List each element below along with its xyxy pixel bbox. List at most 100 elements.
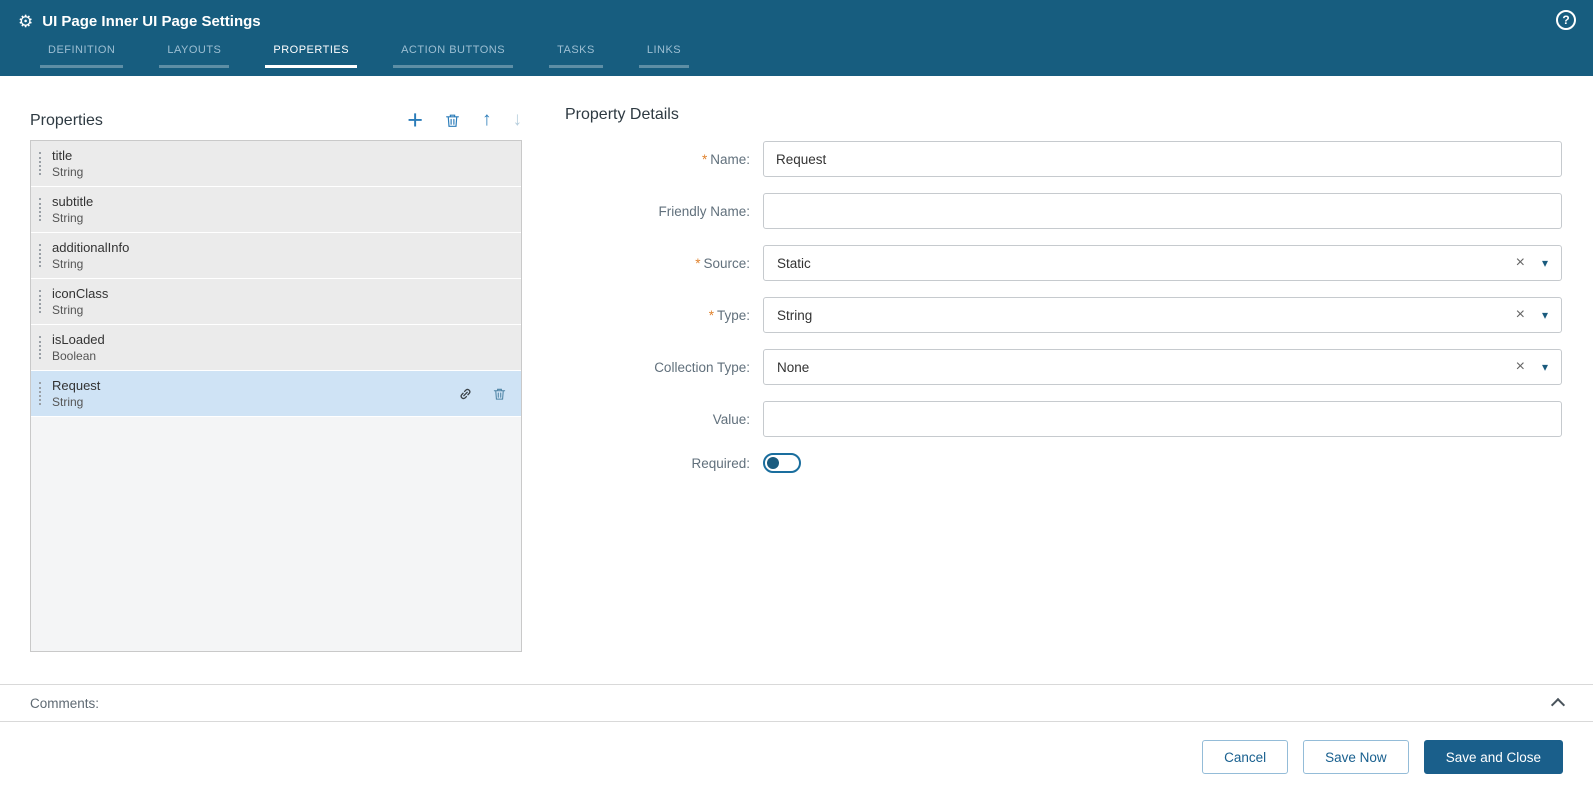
source-selected-value: Static [777,256,811,271]
type-selected-value: String [777,308,812,323]
move-down-button[interactable]: ↓ [513,110,523,130]
friendly-name-field[interactable] [763,193,1562,229]
property-name: subtitle [52,194,93,209]
trash-icon[interactable] [492,386,507,401]
form-row-source: *Source: Static × ▾ [565,245,1562,281]
drag-handle-icon[interactable] [39,152,43,175]
form-row-value: Value: [565,401,1562,437]
chevron-down-icon[interactable]: ▾ [1542,361,1548,373]
name-field[interactable] [763,141,1562,177]
property-list: title String subtitle String additionalI… [30,140,522,652]
delete-property-button[interactable] [444,112,461,129]
drag-handle-icon[interactable] [39,244,43,267]
chevron-up-icon[interactable] [1551,698,1565,712]
cancel-button[interactable]: Cancel [1202,740,1288,774]
tab-properties[interactable]: PROPERTIES [265,42,357,68]
tab-links[interactable]: LINKS [639,42,689,68]
properties-panel: Properties + ↑ ↓ [30,106,522,652]
gear-icon: ⚙ [18,13,33,30]
property-texts: iconClass String [52,286,108,317]
property-type: String [52,165,83,179]
select-controls: × ▾ [1516,255,1548,271]
property-texts: additionalInfo String [52,240,129,271]
property-list-item-iconclass[interactable]: iconClass String [31,279,521,325]
required-asterisk: * [702,152,707,167]
comments-label: Comments: [30,696,99,711]
source-select[interactable]: Static × ▾ [763,245,1562,281]
chevron-down-icon[interactable]: ▾ [1542,309,1548,321]
collection-type-selected-value: None [777,360,809,375]
clear-icon[interactable]: × [1516,307,1525,323]
property-type: String [52,395,100,409]
drag-handle-icon[interactable] [39,198,43,221]
property-texts: isLoaded Boolean [52,332,105,363]
move-up-button[interactable]: ↑ [482,110,492,130]
save-now-button[interactable]: Save Now [1303,740,1409,774]
link-icon[interactable] [458,386,473,401]
drag-handle-icon[interactable] [39,290,43,313]
property-list-item-additionalinfo[interactable]: additionalInfo String [31,233,521,279]
property-name: title [52,148,83,163]
tab-layouts[interactable]: LAYOUTS [159,42,229,68]
arrow-down-icon: ↓ [513,110,523,130]
toggle-knob [767,457,779,469]
properties-panel-header: Properties + ↑ ↓ [30,106,522,130]
property-name: iconClass [52,286,108,301]
drag-handle-icon[interactable] [39,382,43,405]
select-controls: × ▾ [1516,359,1548,375]
chevron-down-icon[interactable]: ▾ [1542,257,1548,269]
save-and-close-button[interactable]: Save and Close [1424,740,1563,774]
property-name: isLoaded [52,332,105,347]
properties-toolbar: + ↑ ↓ [407,110,522,130]
property-name: Request [52,378,100,393]
arrow-up-icon: ↑ [482,110,492,130]
property-list-item-subtitle[interactable]: subtitle String [31,187,521,233]
property-list-item-title[interactable]: title String [31,141,521,187]
footer: Cancel Save Now Save and Close [0,722,1593,792]
property-name: additionalInfo [52,240,129,255]
type-select[interactable]: String × ▾ [763,297,1562,333]
form-row-collection-type: Collection Type: None × ▾ [565,349,1562,385]
clear-icon[interactable]: × [1516,255,1525,271]
value-label: Value: [565,412,763,427]
property-texts: title String [52,148,83,179]
properties-panel-title: Properties [30,112,103,130]
type-label: *Type: [565,308,763,323]
required-asterisk: * [709,308,714,323]
required-toggle[interactable] [763,453,801,473]
required-label: Required: [565,456,763,471]
friendly-name-label: Friendly Name: [565,204,763,219]
form-row-type: *Type: String × ▾ [565,297,1562,333]
trash-icon [444,112,461,129]
property-type: Boolean [52,349,105,363]
required-asterisk: * [695,256,700,271]
drag-handle-icon[interactable] [39,336,43,359]
form-row-friendly-name: Friendly Name: [565,193,1562,229]
value-field[interactable] [763,401,1562,437]
tab-tasks[interactable]: TASKS [549,42,603,68]
collection-type-select[interactable]: None × ▾ [763,349,1562,385]
row-actions [458,386,507,401]
property-type: String [52,211,93,225]
help-icon[interactable]: ? [1556,10,1576,30]
form-row-required: Required: [565,453,1562,473]
tab-bar: DEFINITION LAYOUTS PROPERTIES ACTION BUT… [0,42,1593,68]
property-details-title: Property Details [565,106,1562,124]
tab-action-buttons[interactable]: ACTION BUTTONS [393,42,513,68]
property-list-item-request[interactable]: Request String [31,371,521,417]
collection-type-label: Collection Type: [565,360,763,375]
property-list-item-isloaded[interactable]: isLoaded Boolean [31,325,521,371]
select-controls: × ▾ [1516,307,1548,323]
name-label: *Name: [565,152,763,167]
property-texts: Request String [52,378,100,409]
add-property-button[interactable]: + [407,110,423,130]
property-texts: subtitle String [52,194,93,225]
title-bar: ⚙ UI Page Inner UI Page Settings ? [0,0,1593,42]
page-title: UI Page Inner UI Page Settings [42,13,260,30]
tab-definition[interactable]: DEFINITION [40,42,123,68]
clear-icon[interactable]: × [1516,359,1525,375]
form-row-name: *Name: [565,141,1562,177]
property-details-panel: Property Details *Name: Friendly Name: *… [565,106,1562,489]
property-type: String [52,257,129,271]
comments-section: Comments: [0,684,1593,722]
